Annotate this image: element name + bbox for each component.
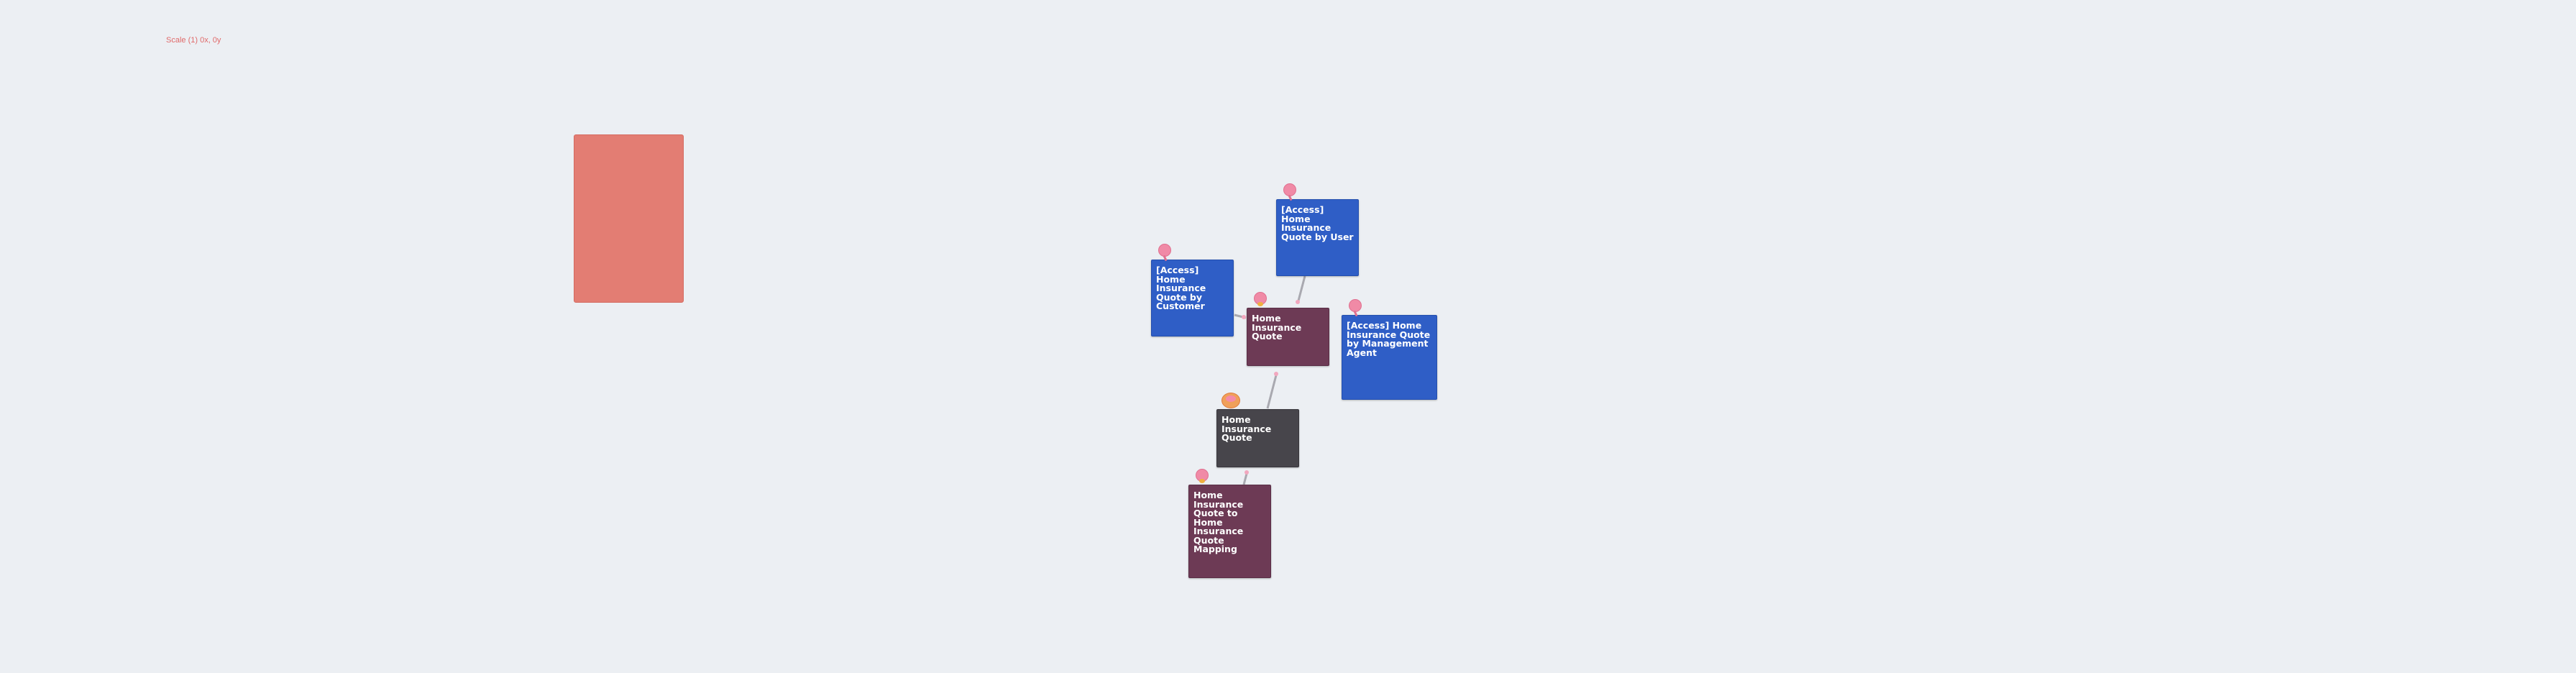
node-label: Home Insurance Quote [1221, 414, 1272, 443]
node-quote-mapping[interactable]: Home Insurance Quote to Home Insurance Q… [1188, 485, 1271, 578]
node-label: Home Insurance Quote to Home Insurance Q… [1193, 490, 1244, 554]
node-label: [Access] Home Insurance Quote by Managem… [1347, 320, 1431, 358]
node-access-by-customer[interactable]: [Access] Home Insurance Quote by Custome… [1151, 260, 1234, 336]
node-label: Home Insurance Quote [1252, 313, 1302, 342]
node-label: [Access] Home Insurance Quote by User [1281, 204, 1354, 242]
node-access-by-management-agent[interactable]: [Access] Home Insurance Quote by Managem… [1342, 315, 1437, 400]
connector-user-to-entity [1296, 275, 1306, 304]
user-pin-icon [1158, 244, 1171, 257]
entity-owner-icon [1254, 292, 1267, 306]
database-owner-icon [1221, 393, 1240, 408]
connector-dot [1242, 315, 1246, 319]
connector-dot [1245, 470, 1249, 475]
user-pin-icon [1283, 183, 1296, 196]
connector-entity-to-source [1266, 372, 1278, 409]
user-pin-icon [1349, 299, 1362, 312]
node-label: [Access] Home Insurance Quote by Custome… [1156, 265, 1206, 311]
connector-dot [1296, 300, 1300, 304]
node-home-insurance-quote-entity[interactable]: Home Insurance Quote [1247, 308, 1329, 366]
connector-dot [1274, 372, 1278, 376]
node-home-insurance-quote-source[interactable]: Home Insurance Quote [1216, 409, 1299, 467]
node-access-by-user[interactable]: [Access] Home Insurance Quote by User [1276, 199, 1359, 276]
entity-owner-icon [1196, 469, 1209, 483]
